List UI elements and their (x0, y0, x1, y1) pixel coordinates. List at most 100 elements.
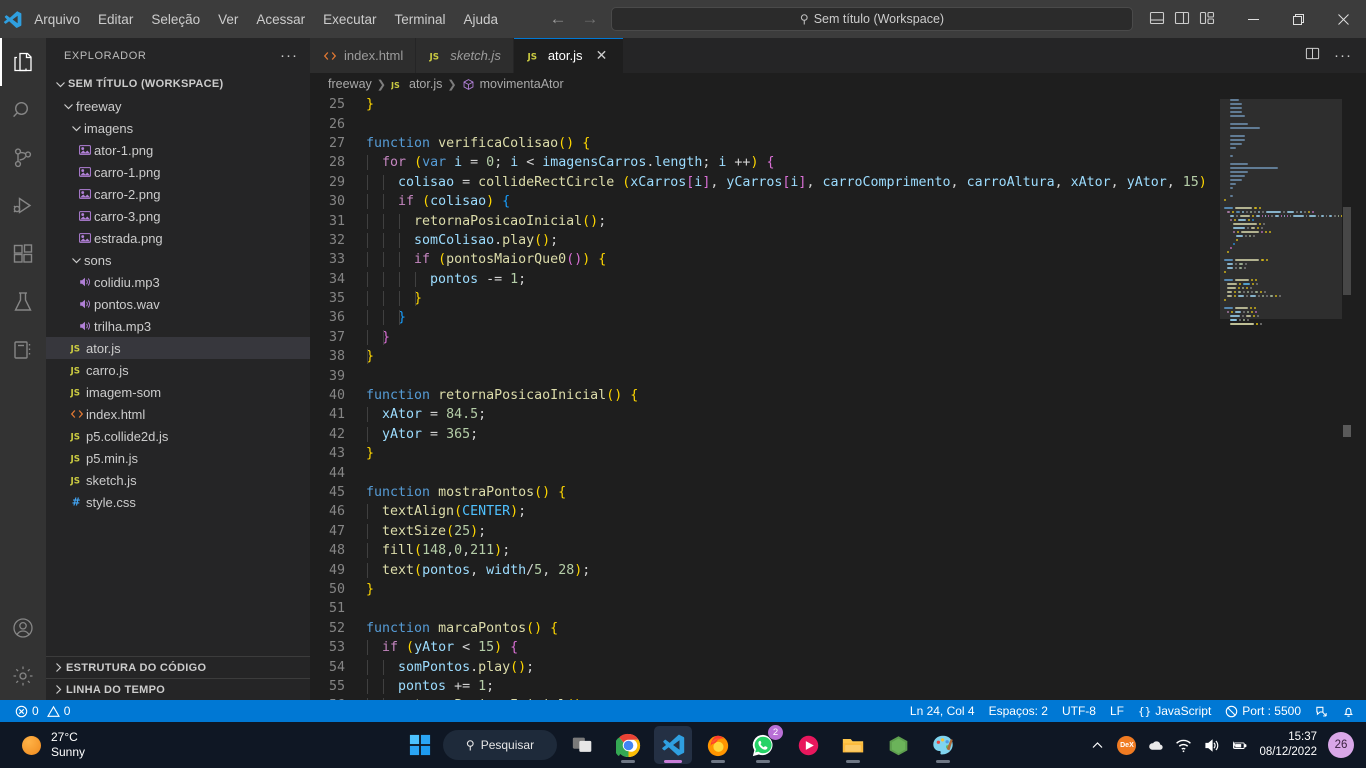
code-text[interactable]: retornaPosicaoInicial(); (366, 213, 606, 229)
code-line[interactable]: 26 (310, 114, 1220, 133)
code-line[interactable]: 48 fill(148,0,211); (310, 541, 1220, 560)
tree-item-imagens[interactable]: imagens (46, 117, 310, 139)
taskbar-search[interactable]: ⚲ Pesquisar (443, 730, 557, 760)
code-line[interactable]: 42 yAtor = 365; (310, 425, 1220, 444)
taskbar-app-file-explorer[interactable] (834, 726, 872, 764)
code-text[interactable]: retornaPosicaoInicial(); (366, 698, 590, 700)
code-text[interactable]: for (var i = 0; i < imagensCarros.length… (366, 155, 775, 171)
tree-item-ator-1-png[interactable]: ator-1.png (46, 139, 310, 161)
notifications-bell[interactable] (1335, 700, 1362, 722)
code-line[interactable]: 43} (310, 444, 1220, 463)
tree-item-trilha-mp3[interactable]: trilha.mp3 (46, 315, 310, 337)
language-mode[interactable]: {} JavaScript (1131, 700, 1218, 722)
taskbar-app-visual-studio-code[interactable] (654, 726, 692, 764)
sidebar-item-testing[interactable] (0, 278, 46, 326)
breadcrumb-item-symbol[interactable]: movimentaAtor (480, 77, 564, 91)
tree-item-imagem-som[interactable]: JS imagem-som (46, 381, 310, 403)
taskbar-app-whatsapp[interactable]: 2 (744, 725, 783, 764)
code-line[interactable]: 54 somPontos.play(); (310, 657, 1220, 676)
code-text[interactable]: if (pontosMaiorQue0()) { (366, 252, 606, 268)
code-text[interactable]: } (366, 446, 374, 461)
sidebar-item-search[interactable] (0, 86, 46, 134)
code-text[interactable]: textAlign(CENTER); (366, 504, 526, 520)
code-text[interactable]: if (colisao) { (366, 194, 510, 210)
taskbar-app-task-view[interactable] (564, 726, 602, 764)
sidebar-item-source-control[interactable] (0, 134, 46, 182)
tree-item-p5-min-js[interactable]: JS p5.min.js (46, 447, 310, 469)
tree-item-style-css[interactable]: # style.css (46, 491, 310, 513)
volume-icon[interactable] (1203, 737, 1220, 754)
section-estrutura-do-codigo[interactable]: ESTRUTURA DO CÓDIGO (46, 656, 310, 678)
battery-charging-icon[interactable] (1231, 737, 1248, 754)
sidebar-item-explorer[interactable] (0, 38, 46, 86)
code-line[interactable]: 50} (310, 580, 1220, 599)
code-line[interactable]: 52 function marcaPontos() { (310, 619, 1220, 638)
code-text[interactable]: if (yAtor < 15) { (366, 640, 518, 656)
sidebar-item-live-share[interactable] (0, 326, 46, 374)
code-line[interactable]: 40 function retornaPosicaoInicial() { (310, 386, 1220, 405)
tree-item-carro-3-png[interactable]: carro-3.png (46, 205, 310, 227)
menu-terminal[interactable]: Terminal (385, 8, 454, 31)
tree-item-estrada-png[interactable]: estrada.png (46, 227, 310, 249)
menu-ver[interactable]: Ver (209, 8, 247, 31)
menu-arquivo[interactable]: Arquivo (25, 8, 89, 31)
taskbar-clock[interactable]: 15:37 08/12/2022 (1259, 730, 1317, 760)
tree-item-colidiu-mp3[interactable]: colidiu.mp3 (46, 271, 310, 293)
close-icon[interactable]: ✕ (593, 47, 611, 65)
code-line[interactable]: 41 xAtor = 84.5; (310, 405, 1220, 424)
breadcrumb-item-file[interactable]: ator.js (409, 77, 442, 91)
code-lines[interactable]: 25} 26 27 function verificaColisao() {28 fo… (310, 95, 1220, 700)
code-line[interactable]: 32 somColisao.play(); (310, 231, 1220, 250)
weather-widget[interactable]: 27°C Sunny (0, 730, 85, 760)
code-text[interactable]: } (366, 329, 390, 345)
minimap[interactable] (1220, 95, 1352, 700)
code-text[interactable]: function retornaPosicaoInicial() { (366, 388, 638, 403)
menu-selecao[interactable]: Seleção (142, 8, 209, 31)
code-line[interactable]: 45 function mostraPontos() { (310, 483, 1220, 502)
tree-item-pontos-wav[interactable]: pontos.wav (46, 293, 310, 315)
tree-item-sem-t-tulo-workspace[interactable]: SEM TÍTULO (WORKSPACE) (46, 73, 310, 95)
code-text[interactable]: } (366, 291, 422, 307)
notification-center-badge[interactable]: 26 (1328, 732, 1354, 758)
show-hidden-icons-chevron[interactable] (1089, 737, 1106, 754)
menu-ajuda[interactable]: Ajuda (454, 8, 507, 31)
tree-item-ator-js[interactable]: JS ator.js (46, 337, 310, 359)
navigate-forward-icon[interactable]: → (579, 9, 601, 29)
live-server-port[interactable]: Port : 5500 (1218, 700, 1308, 722)
code-line[interactable]: 49 text(pontos, width/5, 28); (310, 560, 1220, 579)
tree-item-freeway[interactable]: freeway (46, 95, 310, 117)
code-line[interactable]: 27 function verificaColisao() { (310, 134, 1220, 153)
close-button[interactable] (1321, 0, 1366, 38)
code-line[interactable]: 46 textAlign(CENTER); (310, 502, 1220, 521)
split-editor-icon[interactable] (1305, 46, 1320, 66)
code-text[interactable]: pontos -= 1; (366, 271, 526, 287)
account-icon[interactable] (0, 604, 46, 652)
taskbar-app-google-chrome[interactable] (609, 726, 647, 764)
scrollbar-thumb[interactable] (1343, 207, 1351, 295)
tab-sketch-js[interactable]: JS sketch.js (416, 38, 514, 73)
editor-more-actions-icon[interactable]: ··· (1334, 48, 1352, 63)
code-text[interactable]: xAtor = 84.5; (366, 407, 486, 423)
cursor-position[interactable]: Ln 24, Col 4 (903, 700, 982, 722)
code-text[interactable]: pontos += 1; (366, 678, 494, 694)
section-linha-do-tempo[interactable]: LINHA DO TEMPO (46, 678, 310, 700)
wifi-icon[interactable] (1175, 737, 1192, 754)
minimize-button[interactable] (1231, 0, 1276, 38)
code-line[interactable]: 25} (310, 95, 1220, 114)
code-line[interactable]: 44 (310, 463, 1220, 482)
breadcrumb-item-folder[interactable]: freeway (328, 77, 372, 91)
code-line[interactable]: 47 textSize(25); (310, 522, 1220, 541)
code-line[interactable]: 53 if (yAtor < 15) { (310, 638, 1220, 657)
code-line[interactable]: 33 if (pontosMaiorQue0()) { (310, 250, 1220, 269)
code-text[interactable]: somPontos.play(); (366, 659, 534, 675)
problems-status[interactable]: 0 0 (8, 700, 77, 722)
menu-executar[interactable]: Executar (314, 8, 385, 31)
tree-item-p5-collide2d-js[interactable]: JS p5.collide2d.js (46, 425, 310, 447)
code-line[interactable]: 51 (310, 599, 1220, 618)
onedrive-icon[interactable] (1147, 737, 1164, 754)
encoding-setting[interactable]: UTF-8 (1055, 700, 1103, 722)
code-text[interactable]: somColisao.play(); (366, 232, 558, 248)
sidebar-item-extensions[interactable] (0, 230, 46, 278)
code-line[interactable]: 55 pontos += 1; (310, 677, 1220, 696)
windows-start-icon[interactable] (404, 729, 436, 761)
